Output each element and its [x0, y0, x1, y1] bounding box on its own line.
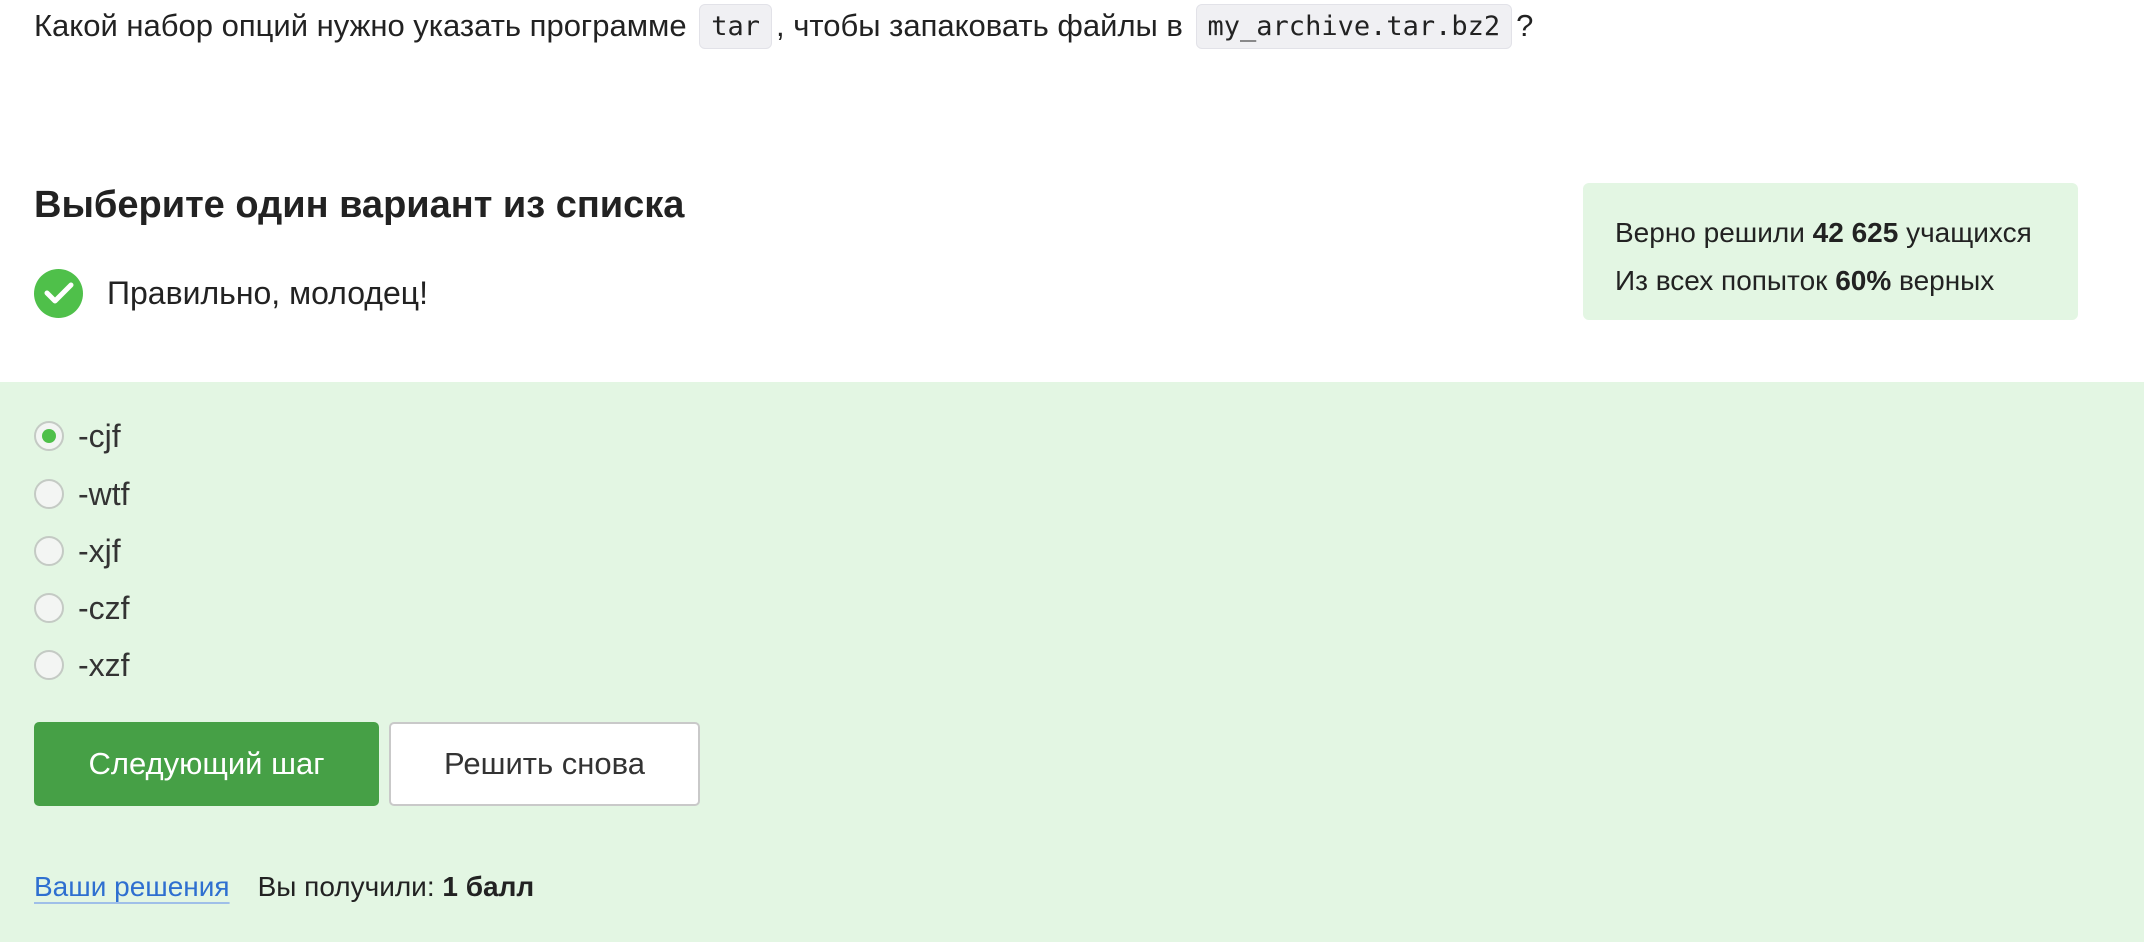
- option-label: -cjf: [78, 417, 121, 454]
- stats-attempts: Из всех попыток 60% верных: [1615, 257, 2078, 305]
- stats-solved-count: 42 625: [1812, 217, 1899, 248]
- option-wtf[interactable]: -wtf: [34, 476, 130, 512]
- score-value: 1 балл: [442, 871, 535, 902]
- question-part-2: , чтобы запаковать файлы в: [776, 8, 1183, 43]
- option-cjf[interactable]: -cjf: [34, 418, 121, 454]
- feedback-message: Правильно, молодец!: [34, 268, 428, 318]
- radio-button[interactable]: [34, 593, 64, 623]
- answer-section: [0, 382, 2144, 942]
- stats-attempts-percent: 60%: [1835, 265, 1892, 296]
- score-prefix: Вы получили:: [257, 871, 435, 902]
- question-part-1: Какой набор опций нужно указать программ…: [34, 8, 687, 43]
- radio-button-selected[interactable]: [34, 421, 64, 451]
- footer: Ваши решения Вы получили: 1 балл: [34, 866, 534, 908]
- next-step-button[interactable]: Следующий шаг: [34, 722, 379, 806]
- option-czf[interactable]: -czf: [34, 590, 130, 626]
- option-label: -czf: [78, 589, 130, 626]
- score-text: Вы получили: 1 балл: [258, 871, 535, 903]
- feedback-text: Правильно, молодец!: [107, 274, 428, 311]
- step-page: Какой набор опций нужно указать программ…: [0, 0, 2144, 942]
- question-text: Какой набор опций нужно указать программ…: [34, 0, 1533, 52]
- question-part-3: ?: [1516, 8, 1534, 43]
- question-code-archive: my_archive.tar.bz2: [1195, 3, 1513, 49]
- stats-panel: Верно решили 42 625 учащихся Из всех поп…: [1583, 183, 2078, 320]
- radio-dot: [42, 429, 56, 443]
- check-circle-icon: [34, 268, 83, 318]
- option-label: -xzf: [78, 646, 130, 683]
- question-code-tar: tar: [699, 3, 772, 49]
- stats-solved-prefix: Верно решили: [1615, 217, 1805, 248]
- stats-attempts-prefix: Из всех попыток: [1615, 265, 1828, 296]
- option-xzf[interactable]: -xzf: [34, 647, 130, 683]
- radio-button[interactable]: [34, 479, 64, 509]
- stats-solved: Верно решили 42 625 учащихся: [1615, 209, 2078, 257]
- task-heading: Выберите один вариант из списка: [34, 184, 685, 226]
- stats-solved-suffix: учащихся: [1906, 217, 2032, 248]
- option-label: -wtf: [78, 475, 130, 512]
- option-xjf[interactable]: -xjf: [34, 533, 121, 569]
- stats-attempts-suffix: верных: [1899, 265, 1995, 296]
- radio-button[interactable]: [34, 650, 64, 680]
- your-solutions-link[interactable]: Ваши решения: [34, 871, 230, 903]
- radio-button[interactable]: [34, 536, 64, 566]
- option-label: -xjf: [78, 532, 121, 569]
- solve-again-button[interactable]: Решить снова: [389, 722, 700, 806]
